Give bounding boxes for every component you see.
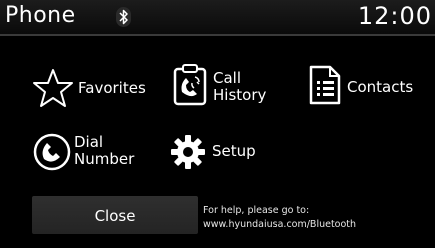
dial-phone-icon (33, 133, 71, 171)
dial-number-label-line2: Number (74, 150, 135, 168)
clock: 12:00 (357, 2, 432, 30)
page-title: Phone (5, 3, 76, 28)
favorites-button[interactable]: Favorites (30, 66, 160, 110)
close-button-label: Close (94, 207, 136, 225)
bluetooth-icon (116, 7, 131, 27)
close-button[interactable]: Close (32, 196, 198, 234)
contacts-icon (309, 65, 341, 105)
help-text-line1: For help, please go to: (203, 205, 310, 216)
dial-number-label-line1: Dial (74, 133, 104, 151)
setup-button[interactable]: Setup (170, 132, 280, 172)
call-history-label-line2: History (213, 86, 267, 104)
call-history-button[interactable]: Call History (170, 62, 280, 110)
help-text: For help, please go to: www.hyundaiusa.c… (203, 204, 356, 232)
star-icon (33, 69, 73, 107)
contacts-button[interactable]: Contacts (306, 64, 426, 108)
dial-number-button[interactable]: Dial Number (30, 130, 160, 174)
phone-menu: Favorites Call History Contacts Dial Num… (0, 36, 435, 194)
call-history-label-line1: Call (213, 69, 242, 87)
help-url: www.hyundaiusa.com/Bluetooth (203, 219, 357, 230)
gear-icon (171, 135, 205, 169)
setup-label: Setup (212, 142, 256, 160)
favorites-label: Favorites (78, 79, 146, 97)
call-history-icon (173, 64, 207, 106)
contacts-label: Contacts (347, 78, 414, 96)
footer: Close For help, please go to: www.hyunda… (0, 194, 435, 248)
status-bar: Phone 12:00 (0, 0, 435, 34)
